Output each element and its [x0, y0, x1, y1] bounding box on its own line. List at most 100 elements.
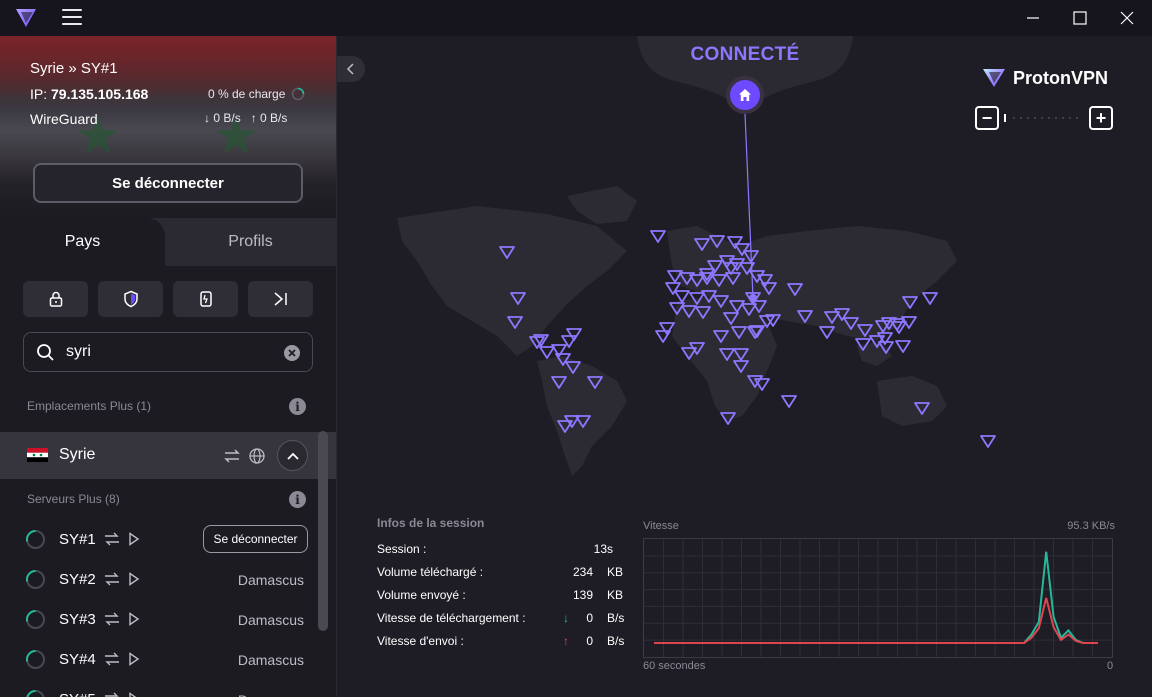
- server-marker[interactable]: [650, 230, 666, 243]
- session-unit: B/s: [607, 634, 625, 648]
- reconnect-icon[interactable]: [104, 572, 120, 586]
- server-row[interactable]: SY#2 Damascus: [0, 560, 318, 600]
- p2p-icon: [274, 292, 287, 306]
- reconnect-icon[interactable]: [104, 692, 120, 697]
- ip-label: IP:: [30, 86, 48, 102]
- server-row[interactable]: SY#3 Damascus: [0, 600, 318, 640]
- session-row: Vitesse d'envoi : 0 B/s ↑: [377, 634, 637, 657]
- title-bar: [0, 0, 1152, 36]
- upload-speed-line: [654, 597, 1098, 644]
- play-icon[interactable]: [128, 652, 140, 666]
- tor-icon: [199, 291, 212, 307]
- zoom-slider[interactable]: [1003, 114, 1085, 122]
- secure-core-filter[interactable]: [23, 281, 88, 317]
- server-row[interactable]: SY#5 Damascus: [0, 680, 318, 697]
- info-icon[interactable]: i: [289, 491, 306, 508]
- speed-chart: [643, 538, 1113, 658]
- session-header: Infos de la session: [377, 516, 485, 530]
- chevron-up-icon: [286, 452, 299, 460]
- zoom-control: − +: [975, 106, 1115, 130]
- speed-chart-x-left: 60 secondes: [643, 660, 706, 672]
- server-city: Damascus: [238, 692, 304, 697]
- server-marker[interactable]: [781, 395, 797, 408]
- country-row-syria[interactable]: Syrie: [0, 432, 336, 479]
- search-input[interactable]: [66, 341, 266, 363]
- session-info: Infos de la session Session : 13s Volume t…: [377, 516, 637, 657]
- server-marker[interactable]: [539, 346, 555, 359]
- session-label: Session :: [377, 542, 427, 556]
- session-unit: B/s: [607, 611, 625, 625]
- session-label: Volume téléchargé :: [377, 565, 484, 579]
- reconnect-icon[interactable]: [104, 612, 120, 626]
- session-unit: KB: [607, 565, 624, 579]
- server-load-icon: [25, 569, 45, 589]
- syria-flag-icon: [27, 448, 48, 462]
- server-load-icon: [26, 689, 45, 697]
- play-icon[interactable]: [128, 532, 140, 546]
- collapse-country-button[interactable]: [277, 440, 308, 471]
- upload-speed: ↑ 0 B/s: [250, 111, 288, 125]
- server-marker[interactable]: [922, 292, 938, 305]
- connection-title: Syrie » SY#1: [30, 60, 118, 77]
- home-icon: [739, 89, 751, 101]
- server-marker[interactable]: [665, 282, 681, 295]
- tab-countries[interactable]: Pays: [0, 218, 165, 266]
- tab-profiles[interactable]: Profils: [165, 218, 336, 266]
- session-value: 0: [586, 634, 593, 648]
- globe-icon[interactable]: [248, 447, 266, 465]
- server-name: SY#1: [59, 531, 96, 548]
- server-city: Damascus: [237, 572, 304, 588]
- server-marker[interactable]: [659, 322, 675, 335]
- reconnect-icon[interactable]: [104, 652, 120, 666]
- connection-status: CONNECTÉ: [690, 44, 800, 65]
- speed-chart-title: Vitesse: [643, 520, 679, 532]
- server-disconnect-button[interactable]: Se déconnecter: [203, 525, 308, 553]
- server-marker[interactable]: [655, 330, 671, 343]
- play-icon[interactable]: [128, 572, 140, 586]
- session-row: Vitesse de téléchargement : 0 B/s ↓: [377, 611, 637, 634]
- play-icon[interactable]: [128, 692, 140, 697]
- minimize-button[interactable]: [1010, 0, 1056, 36]
- sidebar-tabs: Pays Profils: [0, 218, 336, 266]
- home-location-pin[interactable]: [726, 76, 764, 114]
- ip-address: IP: 79.135.105.168: [30, 86, 148, 102]
- server-name: SY#5: [59, 691, 96, 697]
- p2p-filter[interactable]: [248, 281, 313, 317]
- protonvpn-logo-icon: [16, 9, 36, 27]
- zoom-in-button[interactable]: +: [1089, 106, 1113, 130]
- plus-servers-label: Serveurs Plus (8): [27, 492, 120, 506]
- session-label: Vitesse de téléchargement :: [377, 611, 526, 625]
- hamburger-menu-icon[interactable]: [62, 9, 82, 27]
- server-row[interactable]: SY#4 Damascus: [0, 640, 318, 680]
- server-name: SY#3: [59, 611, 96, 628]
- maximize-button[interactable]: [1057, 0, 1103, 36]
- streaming-filter[interactable]: [173, 281, 238, 317]
- server-row[interactable]: SY#1 Se déconnecter: [0, 520, 318, 560]
- zoom-out-button[interactable]: −: [975, 106, 999, 130]
- clear-search-icon[interactable]: [283, 344, 301, 362]
- server-marker[interactable]: [895, 340, 911, 353]
- collapse-sidebar-button[interactable]: [337, 56, 365, 82]
- country-name: Syrie: [59, 446, 96, 463]
- reconnect-icon[interactable]: [223, 448, 241, 464]
- netshield-filter[interactable]: [98, 281, 163, 317]
- sidebar: Syrie » SY#1 IP: 79.135.105.168 0 % de c…: [0, 36, 336, 697]
- speed-chart-max: 95.3 KB/s: [1067, 520, 1115, 532]
- download-speed: ↓ 0 B/s: [204, 111, 241, 125]
- load-text: 0 % de charge: [208, 87, 286, 101]
- ip-value: 79.135.105.168: [51, 86, 149, 102]
- reconnect-icon[interactable]: [104, 532, 120, 546]
- connection-header: Syrie » SY#1 IP: 79.135.105.168 0 % de c…: [0, 36, 336, 218]
- play-icon[interactable]: [128, 612, 140, 626]
- server-load-icon: [25, 649, 45, 669]
- lock-icon: [49, 291, 62, 307]
- disconnect-button[interactable]: Se déconnecter: [33, 163, 303, 203]
- sidebar-scrollbar[interactable]: [318, 431, 328, 631]
- info-icon[interactable]: i: [289, 398, 306, 415]
- server-marker[interactable]: [980, 435, 996, 448]
- search-icon: [37, 344, 54, 361]
- session-row: Volume téléchargé : 234 KB: [377, 565, 637, 588]
- connected-server-marker[interactable]: [749, 294, 757, 302]
- feature-filters: [23, 281, 313, 317]
- close-button[interactable]: [1104, 0, 1150, 36]
